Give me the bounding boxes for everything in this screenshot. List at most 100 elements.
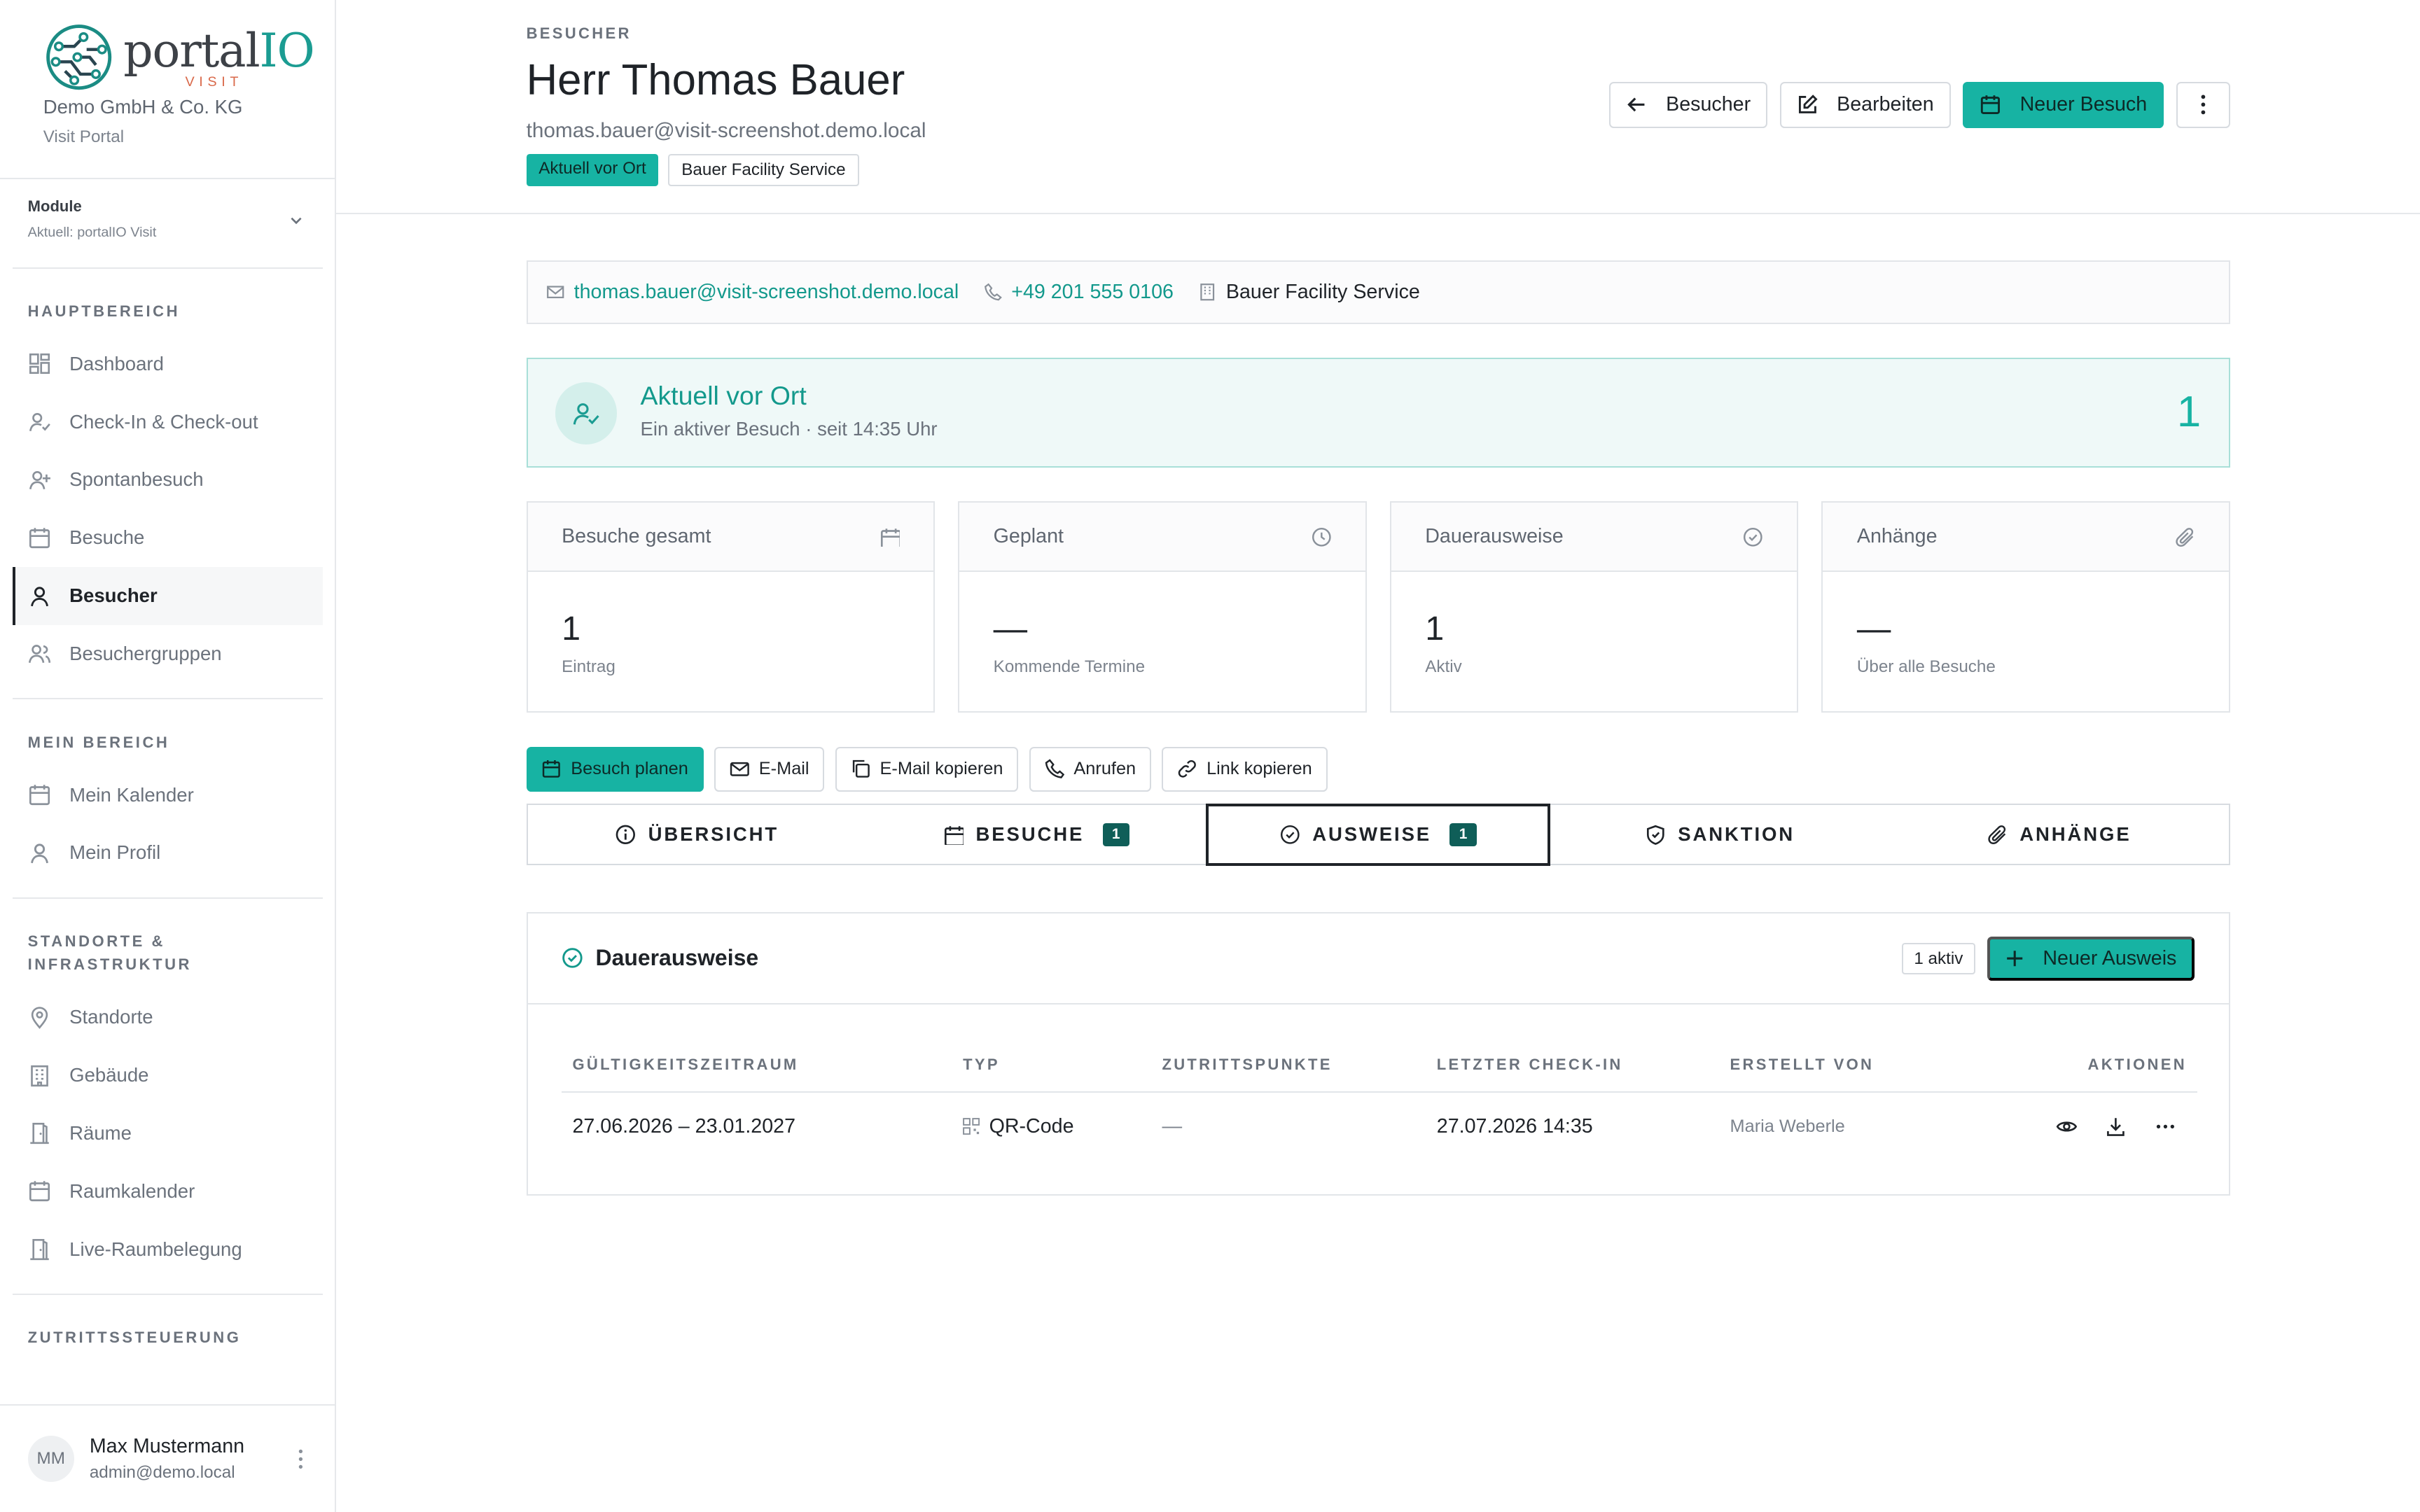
download-icon[interactable] (2105, 1116, 2127, 1138)
plan-visit-button[interactable]: Besuch planen (526, 746, 704, 792)
arrow-left-icon (1627, 97, 1645, 112)
sidebar-item-standorte[interactable]: Standorte (13, 988, 323, 1046)
user-check-icon (29, 412, 50, 432)
onsite-subtitle: Ein aktiver Besuch · seit 14:35 Uhr (640, 418, 938, 440)
panel-actions: 1 aktiv Neuer Ausweis (1901, 936, 2195, 981)
sidebar-item-räume[interactable]: Räume (13, 1104, 323, 1162)
nav-section: MEIN BEREICH Mein Kalender Mein Profil (12, 699, 323, 899)
header-badges: Aktuell vor Ort Bauer Facility Service (526, 154, 860, 186)
sidebar-item-label: Besucher (69, 584, 158, 607)
sidebar-item-spontanbesuch[interactable]: Spontanbesuch (13, 451, 323, 509)
phone-icon (1045, 759, 1064, 779)
sidebar-item-label: Besuche (69, 526, 145, 549)
sidebar-item-label: Live-Raumbelegung (69, 1238, 242, 1260)
user-icon (30, 844, 48, 864)
new-badge-label: Neuer Ausweis (2043, 947, 2177, 970)
badges-table: GÜLTIGKEITSZEITRAUM TYP ZUTRITTSPUNKTE L… (562, 1038, 2198, 1160)
column-header: ZUTRITTSPUNKTE (1151, 1038, 1426, 1093)
module-switcher[interactable]: Module Aktuell: portalIO Visit (12, 179, 323, 269)
chevron-down-icon (291, 217, 302, 225)
user-check-icon (555, 382, 618, 444)
eye-icon[interactable] (2056, 1116, 2078, 1138)
calendar-icon (945, 826, 964, 845)
new-badge-button[interactable]: Neuer Ausweis (1987, 936, 2195, 981)
map-pin-icon (31, 1006, 48, 1029)
stat-card-header: Dauerausweise (1391, 503, 1797, 573)
edit-button[interactable]: Bearbeiten (1779, 81, 1951, 128)
column-header: LETZTER CHECK-IN (1426, 1038, 1720, 1093)
contact-email-link[interactable]: thomas.bauer@visit-screenshot.demo.local (574, 281, 959, 304)
stat-card: Besuche gesamt 1 Eintrag (526, 501, 936, 713)
stat-value: — (993, 610, 1028, 648)
avatar: MM (27, 1435, 74, 1482)
tab-besuche[interactable]: BESUCHE 1 (867, 805, 1206, 864)
cell-access-points: — (1162, 1114, 1183, 1138)
nav-heading: HAUPTBEREICH (27, 302, 181, 320)
tab-count-badge: 1 (1102, 822, 1129, 846)
sidebar-item-check-in-check-out[interactable]: Check-In & Check-out (13, 393, 323, 451)
sidebar-item-mein-profil[interactable]: Mein Profil (13, 824, 323, 882)
email-label: E-Mail (758, 759, 809, 779)
stat-title: Besuche gesamt (562, 525, 711, 548)
sidebar-item-label: Check-In & Check-out (69, 410, 258, 433)
contact-phone-link[interactable]: +49 201 555 0106 (1011, 281, 1174, 304)
copy-link-button[interactable]: Link kopieren (1162, 746, 1328, 792)
tab-sanktion[interactable]: SANKTION (1550, 805, 1889, 864)
sidebar-item-dashboard[interactable]: Dashboard (13, 335, 323, 393)
sidebar-item-label: Räume (69, 1121, 132, 1144)
stat-label: Aktiv (1425, 657, 1462, 676)
logo[interactable]: portalIO VISIT (43, 22, 335, 92)
copy-email-button[interactable]: E-Mail kopieren (835, 746, 1019, 792)
table-row[interactable]: 27.06.2026 – 23.01.2027 QR-Code — 27.07.… (562, 1092, 2197, 1160)
tab-anhänge[interactable]: ANHÄNGE (1890, 805, 2229, 864)
contact-company-label: Bauer Facility Service (1225, 281, 1420, 304)
sidebar-item-gebäude[interactable]: Gebäude (13, 1046, 323, 1105)
more-actions-button[interactable] (2176, 81, 2230, 128)
tab-übersicht[interactable]: ÜBERSICHT (528, 805, 867, 864)
sidebar-item-raumkalender[interactable]: Raumkalender (13, 1162, 323, 1220)
tab-ausweise[interactable]: AUSWEISE 1 (1206, 804, 1551, 866)
quick-actions: Besuch planen E-Mail E-Mail kopieren Anr… (526, 746, 2230, 792)
sidebar: portalIO VISIT Demo GmbH & Co. KG Visit … (0, 0, 337, 1512)
tab-label: ÜBERSICHT (648, 823, 779, 846)
stat-card: Anhänge — Über alle Besuche (1821, 501, 2230, 713)
more-horizontal-icon[interactable] (2155, 1116, 2176, 1138)
check-circle-icon (562, 948, 583, 968)
contact-phone[interactable]: +49 201 555 0106 (984, 281, 1174, 304)
logo-word: portalIO (123, 23, 314, 78)
portal-name: Visit Portal (43, 127, 125, 146)
plus-icon (2007, 951, 2023, 967)
link-icon (1178, 760, 1197, 778)
call-button[interactable]: Anrufen (1029, 746, 1151, 792)
email-button[interactable]: E-Mail (714, 746, 825, 792)
sidebar-item-besucher[interactable]: Besucher (12, 566, 323, 625)
back-button[interactable]: Besucher (1608, 81, 1768, 128)
info-icon (616, 825, 636, 844)
sidebar-item-label: Mein Kalender (69, 783, 194, 806)
building-icon (1200, 284, 1215, 301)
contact-email[interactable]: thomas.bauer@visit-screenshot.demo.local (546, 281, 959, 304)
paperclip-icon (1988, 825, 2006, 844)
stats-row: Besuche gesamt 1 Eintrag Geplant — Kommende T… (526, 501, 2230, 713)
logo-text: portalIO VISIT (123, 23, 314, 90)
calendar-icon (29, 785, 50, 806)
panel-title: Dauerausweise (595, 945, 759, 971)
column-header: GÜLTIGKEITSZEITRAUM (562, 1038, 952, 1093)
user-name: Max Mustermann (89, 1435, 245, 1458)
page-subtitle-email: thomas.bauer@visit-screenshot.demo.local (526, 118, 926, 142)
calendar-icon (543, 760, 561, 778)
brand-block: portalIO VISIT Demo GmbH & Co. KG Visit … (0, 0, 335, 179)
back-button-label: Besucher (1666, 93, 1751, 116)
nav-heading: MEIN BEREICH (27, 733, 170, 751)
column-header: AKTIONEN (1950, 1038, 2198, 1093)
sidebar-item-live-raumbelegung[interactable]: Live-Raumbelegung (13, 1220, 323, 1278)
sidebar-item-besuchergruppen[interactable]: Besuchergruppen (13, 625, 323, 683)
shield-icon (1646, 825, 1664, 845)
more-vertical-icon[interactable] (298, 1448, 304, 1470)
check-circle-icon (1280, 825, 1300, 844)
new-visit-button[interactable]: Neuer Besuch (1963, 81, 2164, 128)
sidebar-item-mein-kalender[interactable]: Mein Kalender (13, 766, 323, 824)
user-footer[interactable]: MM Max Mustermann admin@demo.local (0, 1404, 335, 1512)
sidebar-item-besuche[interactable]: Besuche (13, 509, 323, 567)
contact-bar: thomas.bauer@visit-screenshot.demo.local… (526, 260, 2230, 324)
